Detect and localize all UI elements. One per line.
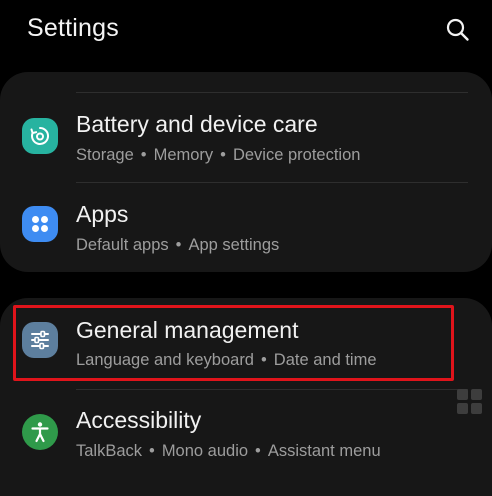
subtitle-part: TalkBack [76,442,143,460]
grid-cell [471,389,482,400]
subtitle-part: Storage [76,146,134,164]
settings-item-subtitle: Storage • Memory • Device protection [76,146,360,165]
settings-item-subtitle: Default apps • App settings [76,236,279,255]
floating-grid-icon[interactable] [457,389,483,415]
settings-item-label: Apps [76,201,129,227]
settings-item-battery-and-device-care[interactable]: Battery and device care Storage • Memory • D… [0,96,492,186]
list-divider [76,92,468,93]
subtitle-part: Mono audio [161,442,249,460]
subtitle-part: Default apps [76,236,169,254]
settings-item-accessibility[interactable]: Accessibility TalkBack • Mono audio • Assist… [0,390,492,480]
apps-grid-icon [22,206,58,242]
grid-cell [471,403,482,414]
settings-item-apps[interactable]: Apps Default apps • App settings [0,184,492,274]
separator-dot: • [140,146,147,164]
settings-card-1: Battery and device care Storage • Memory • D… [0,72,492,272]
page-title: Settings [27,14,119,42]
search-button[interactable] [444,16,472,44]
separator-dot: • [220,146,226,164]
grid-cell [457,403,468,414]
separator-dot: • [255,442,261,460]
subtitle-part: Assistant menu [267,442,381,460]
highlight-box [13,305,454,381]
settings-item-label: Battery and device care [76,111,318,137]
settings-item-label: Accessibility [76,407,202,433]
subtitle-part: Memory [153,146,214,164]
settings-item-subtitle: TalkBack • Mono audio • Assistant menu [76,442,381,461]
accessibility-icon [22,414,58,450]
search-icon [446,18,469,41]
separator-dot: • [175,236,182,254]
subtitle-part: App settings [188,236,280,254]
top-app-bar: Settings [0,0,492,64]
grid-cell [457,389,468,400]
subtitle-part: Device protection [232,146,361,164]
list-divider [76,182,468,183]
battery-care-icon [22,118,58,154]
separator-dot: • [149,442,155,460]
